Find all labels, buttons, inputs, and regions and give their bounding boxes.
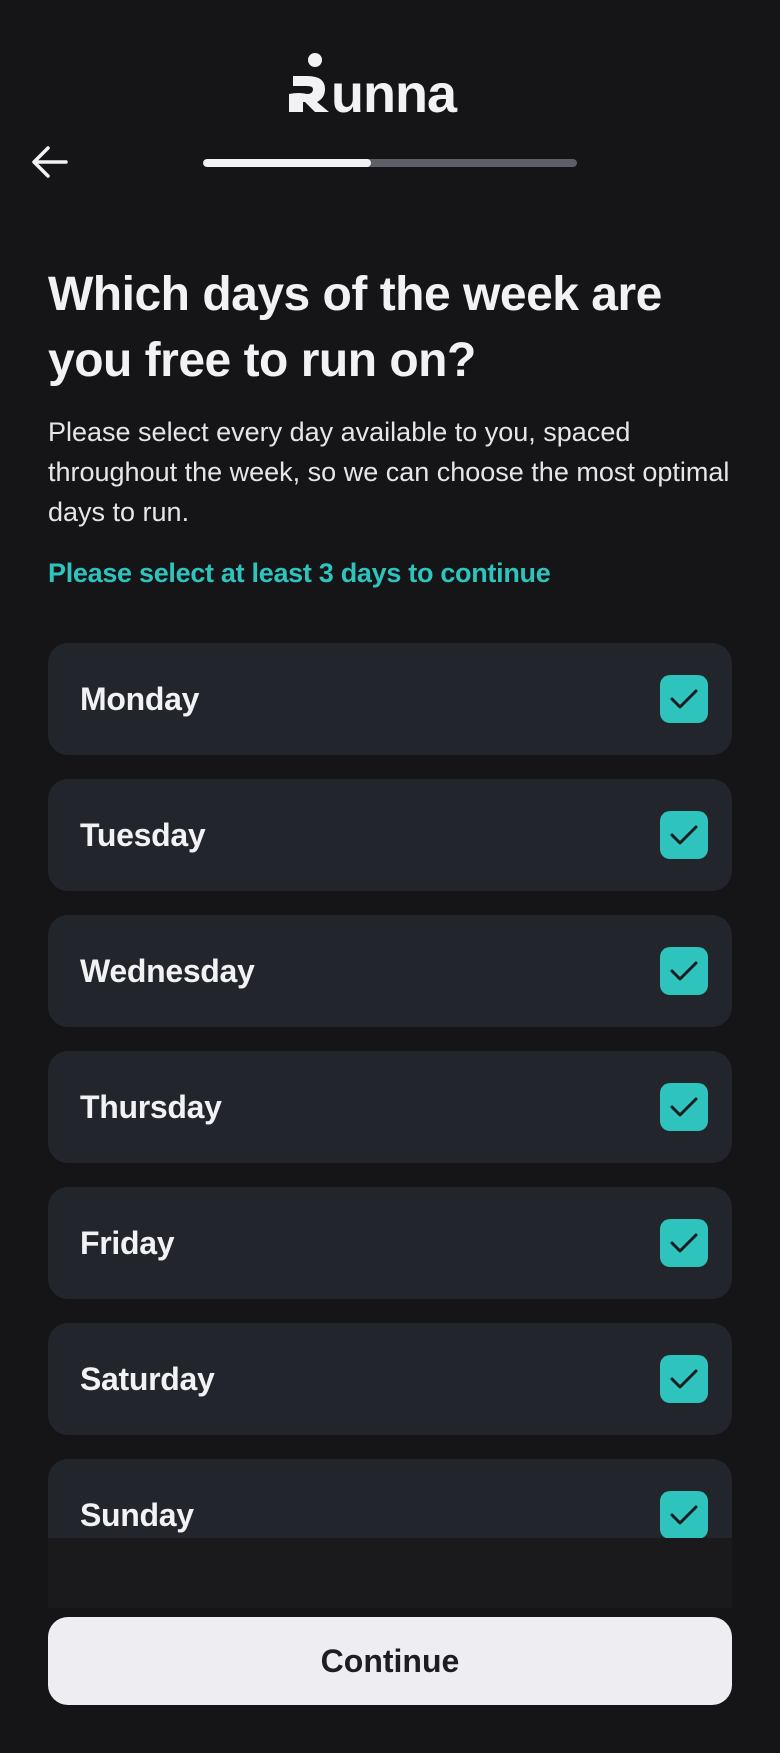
day-checkbox[interactable] <box>660 675 708 723</box>
checkmark-icon <box>670 1233 698 1253</box>
day-checkbox[interactable] <box>660 811 708 859</box>
day-checkbox[interactable] <box>660 1491 708 1538</box>
page-title: Which days of the week are you free to r… <box>48 268 662 387</box>
day-option-saturday[interactable]: Saturday <box>48 1323 732 1435</box>
day-option-friday[interactable]: Friday <box>48 1187 732 1299</box>
day-checkbox[interactable] <box>660 1355 708 1403</box>
day-checkbox[interactable] <box>660 1219 708 1267</box>
list-fade-overlay <box>48 1538 732 1608</box>
day-label: Friday <box>80 1224 175 1261</box>
checkmark-icon <box>670 825 698 845</box>
checkmark-icon <box>670 1097 698 1117</box>
checkmark-icon <box>670 961 698 981</box>
arrow-left-icon <box>32 146 68 178</box>
runna-logo-mark: unna <box>289 53 459 114</box>
onboarding-progress-bar <box>203 159 577 167</box>
day-option-tuesday[interactable]: Tuesday <box>48 779 732 891</box>
day-checkbox[interactable] <box>660 1083 708 1131</box>
continue-button[interactable]: Continue <box>48 1617 732 1705</box>
back-button[interactable] <box>28 142 72 182</box>
checkmark-icon <box>670 1505 698 1525</box>
day-label: Sunday <box>80 1496 194 1533</box>
day-label: Saturday <box>80 1360 215 1397</box>
day-list: Monday Tuesday Wednesday Thursday Friday Satu… <box>48 643 732 1538</box>
runna-logo: unna <box>0 52 780 114</box>
day-label: Monday <box>80 680 200 717</box>
selection-hint: Please select at least 3 days to continu… <box>48 558 551 588</box>
checkmark-icon <box>670 689 698 709</box>
day-option-thursday[interactable]: Thursday <box>48 1051 732 1163</box>
day-label: Tuesday <box>80 816 206 853</box>
day-option-sunday[interactable]: Sunday <box>48 1459 732 1538</box>
screen: unna Which days of the week are you free… <box>0 0 780 1753</box>
progress-fill <box>203 159 372 167</box>
day-label: Thursday <box>80 1088 222 1125</box>
day-label: Wednesday <box>80 952 255 989</box>
day-option-monday[interactable]: Monday <box>48 643 732 755</box>
page-subtitle: Please select every day available to you… <box>48 417 730 527</box>
day-checkbox[interactable] <box>660 947 708 995</box>
checkmark-icon <box>670 1369 698 1389</box>
svg-text:unna: unna <box>331 64 458 114</box>
day-option-wednesday[interactable]: Wednesday <box>48 915 732 1027</box>
